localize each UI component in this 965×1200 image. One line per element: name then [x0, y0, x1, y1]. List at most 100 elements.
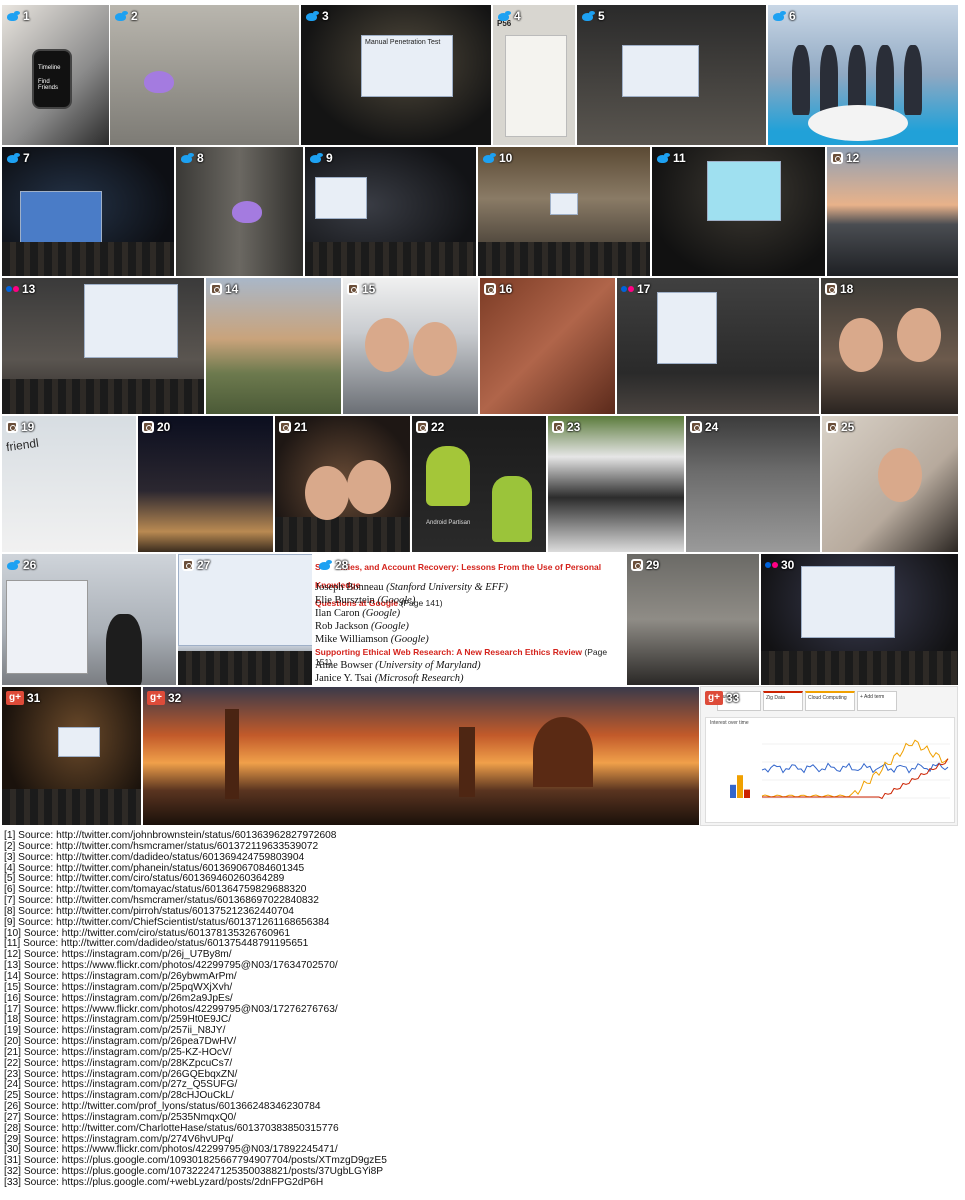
trend-bar — [737, 775, 743, 798]
photo-tile-24[interactable]: 24 — [685, 415, 821, 553]
photo — [110, 5, 299, 145]
tile-badge: 23 — [552, 420, 580, 434]
photo-tile-31[interactable]: g+ 31 — [1, 686, 142, 826]
audience — [275, 516, 410, 552]
twitter-icon — [180, 152, 194, 164]
photo-tile-17[interactable]: 17 — [616, 277, 820, 415]
tile-number: 9 — [326, 151, 333, 165]
twitter-icon — [6, 10, 20, 22]
instagram-icon — [484, 283, 496, 295]
tile-badge: 16 — [484, 282, 512, 296]
photo-tile-27[interactable]: 27 — [177, 553, 313, 686]
photo-tile-29[interactable]: 29 — [626, 553, 760, 686]
projection-screen — [801, 566, 895, 638]
source-line[interactable]: [9] Source: http://twitter.com/ChiefScie… — [4, 917, 959, 929]
photo-tile-6[interactable]: 6 — [767, 4, 959, 146]
source-line[interactable]: [28] Source: http://twitter.com/Charlott… — [4, 1123, 959, 1135]
tile-number: 13 — [22, 282, 36, 296]
author-name: Mike Williamson — [315, 634, 389, 645]
photo — [548, 416, 684, 552]
photo-tile-5[interactable]: 5 — [576, 4, 767, 146]
projection-screen — [20, 191, 102, 243]
photo-tile-11[interactable]: 11 — [651, 146, 826, 277]
tile-number: 17 — [637, 282, 651, 296]
photo-tile-2[interactable]: 2 — [109, 4, 300, 146]
face — [897, 308, 941, 362]
photo-tile-14[interactable]: 14 — [205, 277, 342, 415]
photo-tile-22[interactable]: Android Partisan 22 — [411, 415, 547, 553]
source-line[interactable]: [22] Source: https://instagram.com/p/28K… — [4, 1058, 959, 1070]
photo-tile-19[interactable]: friendl 19 — [1, 415, 137, 553]
instagram-icon — [210, 283, 222, 295]
watch-line-1: Timeline — [38, 65, 61, 71]
audience — [2, 789, 141, 825]
tile-badge: 5 — [581, 9, 605, 23]
tile-number: 2 — [131, 9, 138, 23]
tile-badge: 1 — [6, 9, 30, 23]
tile-number: 10 — [499, 151, 513, 165]
author-name: Rob Jackson — [315, 621, 369, 632]
photo-tile-20[interactable]: 20 — [137, 415, 274, 553]
photo — [627, 554, 759, 685]
photo-tile-7[interactable]: 7 — [1, 146, 175, 277]
photo-tile-8[interactable]: 8 — [175, 146, 304, 277]
face — [839, 318, 883, 372]
twitter-icon — [6, 152, 20, 164]
projection-screen — [707, 161, 781, 221]
photo-tile-32[interactable]: g+ 32 — [142, 686, 700, 826]
photo-tile-10[interactable]: 10 — [477, 146, 651, 277]
face — [347, 460, 391, 514]
tile-number: 28 — [335, 558, 349, 572]
source-line[interactable]: [33] Source: https://plus.google.com/+we… — [4, 1177, 959, 1189]
twitter-icon — [497, 10, 511, 22]
photo-tile-16[interactable]: 16 — [479, 277, 616, 415]
android-figure-lego — [492, 476, 532, 542]
tile-badge: 2 — [114, 9, 138, 23]
twitter-icon — [114, 10, 128, 22]
tile-badge: 13 — [6, 282, 35, 296]
photo-tile-9[interactable]: 9 — [304, 146, 477, 277]
author-name: Joseph Bonneau — [315, 582, 384, 593]
photo — [480, 278, 615, 414]
photo-tile-21[interactable]: 21 — [274, 415, 411, 553]
trend-bar — [744, 789, 750, 798]
trend-tab-add: + Add term — [857, 691, 897, 711]
tile-number: 27 — [197, 558, 211, 572]
tile-badge: 10 — [482, 151, 512, 165]
tile-badge: 19 — [6, 420, 34, 434]
instagram-icon — [182, 559, 194, 571]
photo-tile-12[interactable]: 12 — [826, 146, 959, 277]
tile-number: 15 — [362, 282, 376, 296]
photo-tile-15[interactable]: 15 — [342, 277, 479, 415]
trend-chart — [730, 739, 950, 800]
photo-tile-13[interactable]: 13 — [1, 277, 205, 415]
author-name: Ilan Caron — [315, 608, 360, 619]
twitter-icon — [772, 10, 786, 22]
tile-number: 4 — [514, 9, 521, 23]
photo-tile-3[interactable]: Manual Penetration Test 3 — [300, 4, 492, 146]
googleplus-icon: g+ — [6, 691, 24, 705]
photo-tile-30[interactable]: 30 — [760, 553, 959, 686]
photo-tile-18[interactable]: 18 — [820, 277, 959, 415]
photo-tile-23[interactable]: 23 — [547, 415, 685, 553]
twitter-icon — [656, 152, 670, 164]
rubber-duck — [144, 71, 174, 93]
photo-tile-26[interactable]: 26 — [1, 553, 177, 686]
face — [305, 466, 349, 520]
tile-number: 21 — [294, 420, 308, 434]
tile-badge: 25 — [826, 420, 854, 434]
twitter-icon — [482, 152, 496, 164]
face — [878, 448, 922, 502]
tile-badge: 30 — [765, 558, 794, 572]
source-line[interactable]: [16] Source: https://instagram.com/p/26m… — [4, 993, 959, 1005]
photo-tile-25[interactable]: 25 — [821, 415, 959, 553]
photo — [686, 416, 820, 552]
tower-silhouette — [225, 709, 239, 799]
photo-tile-1[interactable]: Timeline Find Friends 1 — [1, 4, 110, 146]
tile-number: 33 — [725, 691, 740, 705]
photo — [343, 278, 478, 414]
tile-number: 19 — [21, 420, 35, 434]
photo-tile-4[interactable]: P56 4 — [492, 4, 576, 146]
author-row: Elie Bursztein (Google) — [315, 594, 508, 607]
source-line[interactable]: [3] Source: http://twitter.com/dadideo/s… — [4, 852, 959, 864]
